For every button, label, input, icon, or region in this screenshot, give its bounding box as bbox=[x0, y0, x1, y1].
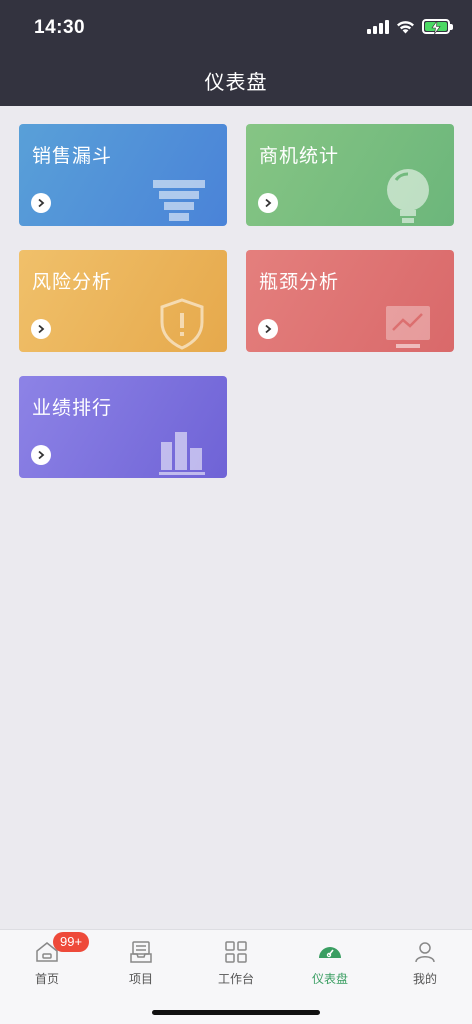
bar-chart-icon bbox=[159, 432, 205, 475]
battery-icon bbox=[422, 19, 453, 34]
tab-home[interactable]: 首页 99+ bbox=[0, 930, 94, 992]
inbox-icon bbox=[130, 941, 152, 963]
card-title: 瓶颈分析 bbox=[259, 271, 340, 293]
tab-label: 我的 bbox=[412, 972, 437, 986]
grid-icon bbox=[225, 941, 247, 963]
tab-label: 仪表盘 bbox=[311, 972, 348, 986]
card-sales-funnel[interactable]: 销售漏斗 bbox=[19, 124, 227, 226]
page-title: 仪表盘 bbox=[204, 70, 268, 94]
card-performance-ranking[interactable]: 业绩排行 bbox=[19, 376, 227, 478]
arrow-right-icon[interactable] bbox=[258, 193, 278, 213]
tab-workbench[interactable]: 工作台 bbox=[189, 930, 283, 992]
shield-icon bbox=[160, 298, 204, 350]
notification-badge: 99+ bbox=[53, 932, 90, 952]
user-icon bbox=[415, 942, 435, 963]
tab-projects[interactable]: 项目 bbox=[94, 930, 188, 992]
tab-label: 首页 bbox=[34, 972, 59, 986]
card-opportunity-stats[interactable]: 商机统计 bbox=[246, 124, 454, 226]
tab-label: 工作台 bbox=[217, 972, 254, 986]
signal-icon bbox=[367, 19, 389, 34]
card-title: 销售漏斗 bbox=[32, 145, 113, 167]
status-time: 14:30 bbox=[34, 17, 86, 38]
arrow-right-icon[interactable] bbox=[31, 193, 51, 213]
lightbulb-icon bbox=[387, 169, 429, 223]
card-title: 商机统计 bbox=[259, 145, 340, 167]
arrow-right-icon[interactable] bbox=[31, 319, 51, 339]
arrow-right-icon[interactable] bbox=[258, 319, 278, 339]
wifi-icon bbox=[397, 20, 414, 33]
card-bottleneck-analysis[interactable]: 瓶颈分析 bbox=[246, 250, 454, 352]
monitor-chart-icon bbox=[386, 306, 430, 348]
status-icons bbox=[367, 19, 453, 34]
dashboard-icon bbox=[319, 947, 341, 958]
tab-label: 项目 bbox=[128, 972, 153, 986]
top-bar: 14:30 仪表盘 bbox=[0, 0, 472, 106]
home-indicator bbox=[152, 1010, 320, 1015]
funnel-icon bbox=[153, 180, 205, 221]
card-risk-analysis[interactable]: 风险分析 bbox=[19, 250, 227, 352]
card-title: 业绩排行 bbox=[32, 397, 113, 419]
arrow-right-icon[interactable] bbox=[31, 445, 51, 465]
tab-dashboard[interactable]: 仪表盘 bbox=[283, 930, 377, 992]
card-title: 风险分析 bbox=[32, 271, 113, 293]
tab-profile[interactable]: 我的 bbox=[378, 930, 472, 992]
